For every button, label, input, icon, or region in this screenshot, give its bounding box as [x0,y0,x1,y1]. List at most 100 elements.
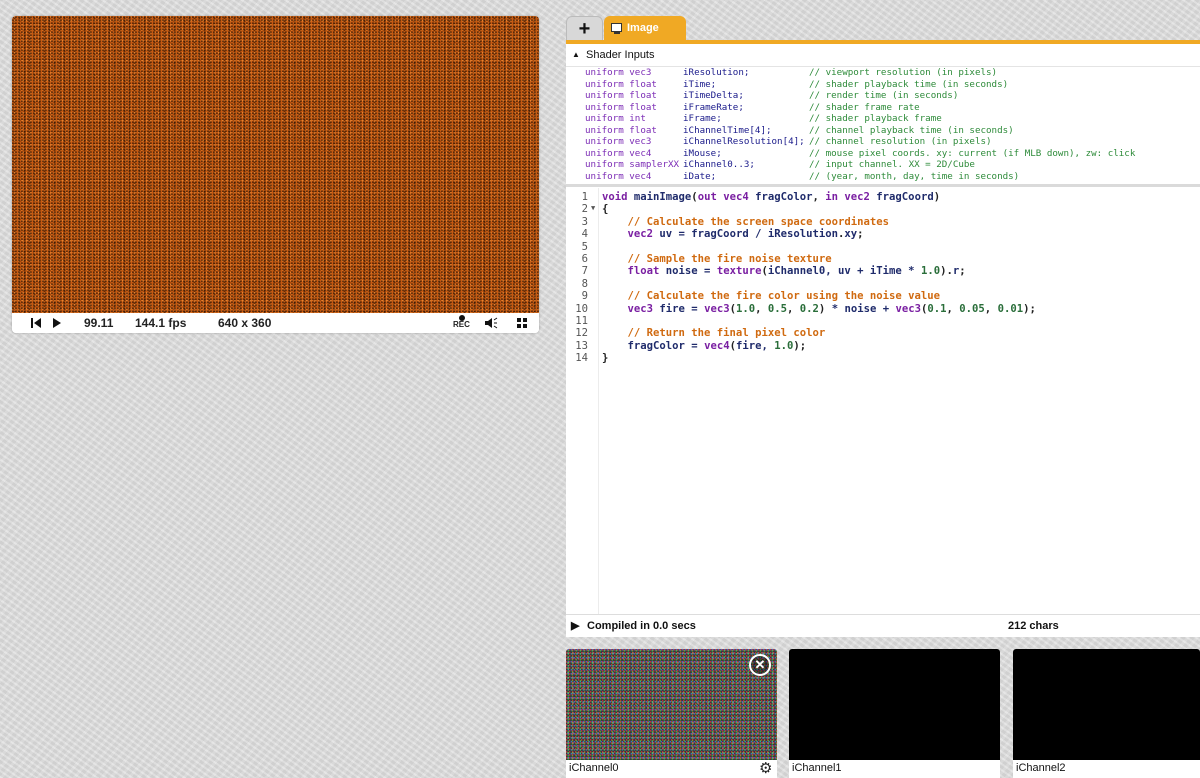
code-token: fire, [735,339,775,352]
code-token: 0.1 [927,302,947,315]
tab-image-label: Image [627,22,659,34]
uniform-comment: // shader playback time (in seconds) [809,78,1009,90]
canvas-resolution: 640 x 360 [218,316,272,330]
fullscreen-icon[interactable] [516,313,528,333]
channel-slot-1[interactable]: iChannel1 [789,649,1000,778]
code-token: void [602,191,634,203]
code-line[interactable]: // Sample the fire noise texture [602,253,832,265]
line-number: 4 [581,228,588,241]
code-line[interactable]: fragColor = vec4(fire, 1.0); [602,339,807,352]
uniform-row: uniform float iTime; // shader playback ti… [566,79,1200,91]
play-triangle-icon[interactable]: ▶ [571,615,579,637]
code-token: float [602,265,666,278]
code-line[interactable]: } [602,352,608,364]
uniform-row: uniform float iFrameRate; // shader frame … [566,102,1200,114]
play-icon[interactable] [52,313,62,333]
compile-status: Compiled in 0.0 secs [587,620,696,632]
code-line[interactable]: // Calculate the screen space coordinate… [602,215,890,228]
add-tab-button[interactable]: + [566,16,603,41]
uniform-name: iFrameRate; [683,101,744,113]
uniform-type: uniform float [585,90,657,101]
uniform-comment: // shader frame rate [809,101,920,113]
uniform-comment: // render time (in seconds) [809,90,959,101]
line-number: 8 [581,277,588,290]
record-label: REC [453,320,470,329]
shader-preview-player: 99.11 144.1 fps 640 x 360 REC [12,16,539,333]
code-editor[interactable]: 1 2 ▼ 3 4 5 6 7 8 9 10 11 12 13 14 void mainImage(out … [566,188,1200,614]
line-number: 3 [581,215,588,228]
uniform-row: uniform float iChannelTime[4]; // channel … [566,125,1200,137]
code-token: , [812,191,826,203]
code-token: , [787,302,800,315]
channel-1-thumbnail[interactable] [789,649,1000,760]
code-token: texture [716,265,762,278]
code-line[interactable]: { [602,203,608,215]
code-token: // Sample the fire noise texture [602,253,832,265]
tab-image[interactable]: Image [604,16,686,41]
player-controls: 99.11 144.1 fps 640 x 360 REC [12,313,539,333]
code-line[interactable]: // Return the final pixel color [602,327,826,340]
code-token: ); [793,339,807,352]
code-token: mainImage [633,191,692,203]
code-token: , [755,302,768,315]
line-number: 11 [575,315,588,327]
code-token: ) [818,302,832,315]
channel-slot-0[interactable]: ✕ iChannel0 ⚙ [566,649,777,778]
code-token: , [946,302,960,315]
uniform-name: iDate; [683,170,717,182]
code-line[interactable]: vec2 uv = fragCoord / iResolution.xy; [602,228,864,240]
uniform-type: uniform float [585,124,657,136]
uniform-name: iMouse; [683,147,722,159]
editor-tabs: + Image [566,16,1200,43]
uniform-type: uniform vec4 [585,147,652,159]
code-line[interactable]: float noise = texture(iChannel0, uv + iT… [602,265,966,277]
shader-inputs-list: uniform vec3 iResolution; // viewport reso… [566,67,1200,184]
line-number: 7 [581,265,588,278]
record-button[interactable]: REC [453,313,471,333]
uniform-row: uniform vec4 iMouse; // mouse pixel coords… [566,148,1200,160]
editor-divider[interactable] [566,184,1200,187]
code-token: 1.0 [920,265,941,278]
uniform-row: uniform samplerXX iChannel0..3; // input c… [566,159,1200,171]
uniform-type: uniform float [585,101,657,113]
uniform-type: uniform samplerXX [585,159,680,170]
code-token: fragCoord [876,191,934,203]
volume-icon[interactable] [484,313,498,333]
channel-slot-2[interactable]: iChannel2 [1013,649,1200,778]
channel-2-thumbnail[interactable] [1013,649,1200,760]
line-number: 9 [581,290,588,303]
code-token: } [602,352,609,365]
monitor-icon [611,23,622,34]
code-token: * noise + [831,302,896,315]
code-token: fire = [659,302,705,315]
code-token: ); [1023,302,1036,315]
channel-0-thumbnail[interactable] [566,649,777,760]
code-token: // Return the final pixel color [602,327,826,340]
code-line[interactable]: void mainImage(out vec4 fragColor, in ve… [602,191,940,203]
line-number-gutter: 1 2 ▼ 3 4 5 6 7 8 9 10 11 12 13 14 [566,188,599,614]
code-token: // Calculate the screen space coordinate… [602,215,890,228]
collapse-triangle-icon: ▲ [572,50,580,59]
rewind-icon[interactable] [30,313,42,333]
line-number: 6 [581,253,588,265]
editor-panel: ▲ Shader Inputs uniform vec3 iResolution;… [566,44,1200,636]
code-token: ) [933,191,941,203]
line-number: 5 [581,240,588,253]
uniform-name: iTime; [683,78,717,90]
compile-status-bar: ▶ Compiled in 0.0 secs 212 chars [566,614,1200,637]
close-icon[interactable]: ✕ [749,654,771,676]
fold-arrow-icon[interactable]: ▼ [591,204,595,212]
code-token: fragColor = [602,339,705,352]
gear-icon[interactable]: ⚙ [759,759,772,777]
uniform-name: iFrame; [683,113,722,124]
char-count: 212 chars [1008,620,1059,632]
playback-time: 99.11 [84,316,114,330]
shader-preview-canvas[interactable] [12,16,539,313]
fps-counter: 144.1 fps [135,316,187,330]
code-token: out vec4 [697,191,756,203]
code-line[interactable]: vec3 fire = vec3(1.0, 0.5, 0.2) * noise … [602,303,1036,315]
shader-inputs-header[interactable]: ▲ Shader Inputs [566,44,1200,67]
line-number: 1 [581,191,588,203]
line-number: 12 [575,327,588,340]
code-line[interactable]: // Calculate the fire color using the no… [602,290,941,302]
